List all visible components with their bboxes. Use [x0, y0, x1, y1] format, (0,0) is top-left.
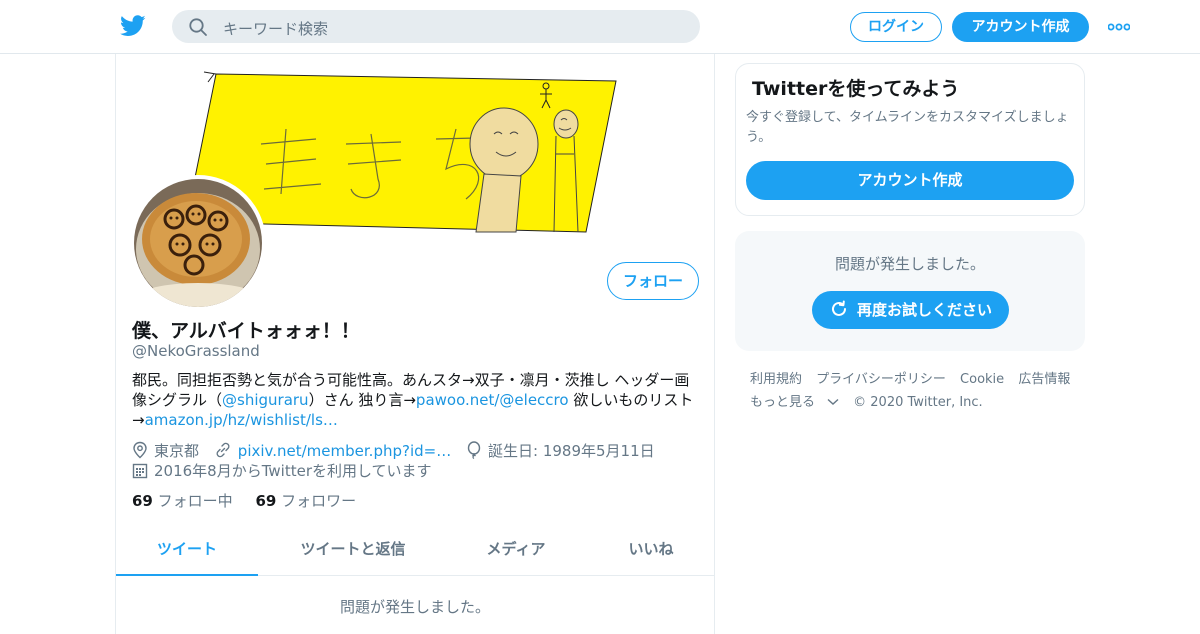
signup-card: Twitterを使ってみよう 今すぐ登録して、タイムラインをカスタマイズしましょ… — [735, 63, 1085, 216]
signup-card-description: 今すぐ登録して、タイムラインをカスタマイズしましょう。 — [746, 110, 1069, 145]
signup-button[interactable]: アカウント作成 — [952, 12, 1089, 42]
following-label: フォロー中 — [157, 492, 233, 510]
footer-link-cookie[interactable]: Cookie — [960, 372, 1004, 387]
balloon-icon — [467, 441, 481, 460]
profile-location: 東京都 — [132, 440, 199, 461]
profile-birthday: 誕生日: 1989年5月11日 — [466, 440, 655, 461]
twitter-bird-icon[interactable] — [120, 14, 146, 38]
profile-meta-row: 東京都 pixiv.net/member.php?id=… 誕生日: 1989年… — [132, 440, 665, 462]
website-link[interactable]: pixiv.net/member.php?id=… — [238, 442, 451, 460]
retry-label: 再度お試しください — [856, 301, 992, 319]
signup-card-title: Twitterを使ってみよう — [752, 78, 960, 100]
profile-column: フォロー 僕、アルバイトォォォ！！ @NekoGrassland 都民。同担拒否… — [115, 54, 715, 634]
timeline-error-message: 問題が発生しました。 — [339, 598, 490, 616]
signup-card-button[interactable]: アカウント作成 — [746, 161, 1074, 200]
profile-tabs: ツイート ツイートと返信 メディア いいね — [116, 526, 714, 576]
top-navigation-bar: キーワード検索 ログイン アカウント作成 — [0, 0, 1200, 54]
footer-copyright: © 2020 Twitter, Inc. — [853, 395, 983, 410]
profile-joined: 2016年8月からTwitterを利用しています — [132, 460, 432, 481]
error-card: 問題が発生しました。 再度お試しください — [735, 231, 1085, 351]
search-icon — [189, 18, 207, 36]
footer-more-button[interactable]: もっと見る — [750, 395, 839, 410]
footer-link-ads-info[interactable]: 広告情報 — [1018, 372, 1070, 387]
birthday-text: 誕生日: 1989年5月11日 — [488, 442, 655, 460]
footer-links: 利用規約 プライバシーポリシー Cookie 広告情報 もっと見る © 2020… — [750, 368, 1090, 414]
profile-website[interactable]: pixiv.net/member.php?id=… — [214, 441, 451, 460]
bio-text: ）さん 独り言→ — [308, 391, 416, 409]
tab-media[interactable]: メディア — [448, 526, 584, 576]
avatar-image — [134, 179, 262, 307]
login-button[interactable]: ログイン — [850, 12, 942, 42]
profile-avatar[interactable] — [130, 175, 266, 311]
followers-label: フォロワー — [281, 492, 357, 510]
profile-handle[interactable]: @NekoGrassland — [132, 342, 260, 360]
error-card-message: 問題が発生しました。 — [834, 255, 985, 273]
more-dots-icon[interactable] — [1108, 22, 1130, 32]
search-placeholder: キーワード検索 — [223, 20, 329, 38]
chevron-down-icon — [827, 398, 839, 405]
tab-tweets[interactable]: ツイート — [116, 526, 258, 576]
location-pin-icon — [133, 441, 147, 459]
retry-button[interactable]: 再度お試しください — [812, 291, 1009, 329]
following-count[interactable]: 69 フォロー中 — [132, 490, 233, 511]
link-icon — [216, 442, 230, 458]
following-number: 69 — [132, 492, 153, 510]
profile-bio: 都民。同担拒否勢と気が合う可能性高。あんスタ→双子・凛月・茨推し ヘッダー画像シ… — [132, 370, 698, 430]
profile-display-name: 僕、アルバイトォォォ！！ — [132, 320, 360, 342]
refresh-icon — [832, 300, 846, 316]
bio-wishlist-link[interactable]: amazon.jp/hz/wishlist/ls… — [145, 411, 338, 429]
tab-likes[interactable]: いいね — [584, 526, 718, 576]
follow-button[interactable]: フォロー — [607, 262, 699, 300]
followers-number: 69 — [255, 492, 277, 510]
joined-text: 2016年8月からTwitterを利用しています — [154, 462, 432, 480]
footer-link-terms[interactable]: 利用規約 — [750, 372, 802, 387]
followers-count[interactable]: 69 フォロワー — [255, 490, 356, 511]
footer-link-privacy[interactable]: プライバシーポリシー — [816, 372, 946, 387]
calendar-icon — [132, 463, 148, 479]
search-input[interactable]: キーワード検索 — [172, 10, 700, 43]
bio-pawoo-link[interactable]: pawoo.net/@eleccro — [416, 391, 569, 409]
location-text: 東京都 — [154, 442, 200, 460]
bio-mention-link[interactable]: @shiguraru — [222, 391, 309, 409]
tab-tweets-and-replies[interactable]: ツイートと返信 — [258, 526, 448, 576]
footer-more-label: もっと見る — [750, 395, 816, 410]
profile-counts: 69 フォロー中 69 フォロワー — [132, 490, 374, 511]
